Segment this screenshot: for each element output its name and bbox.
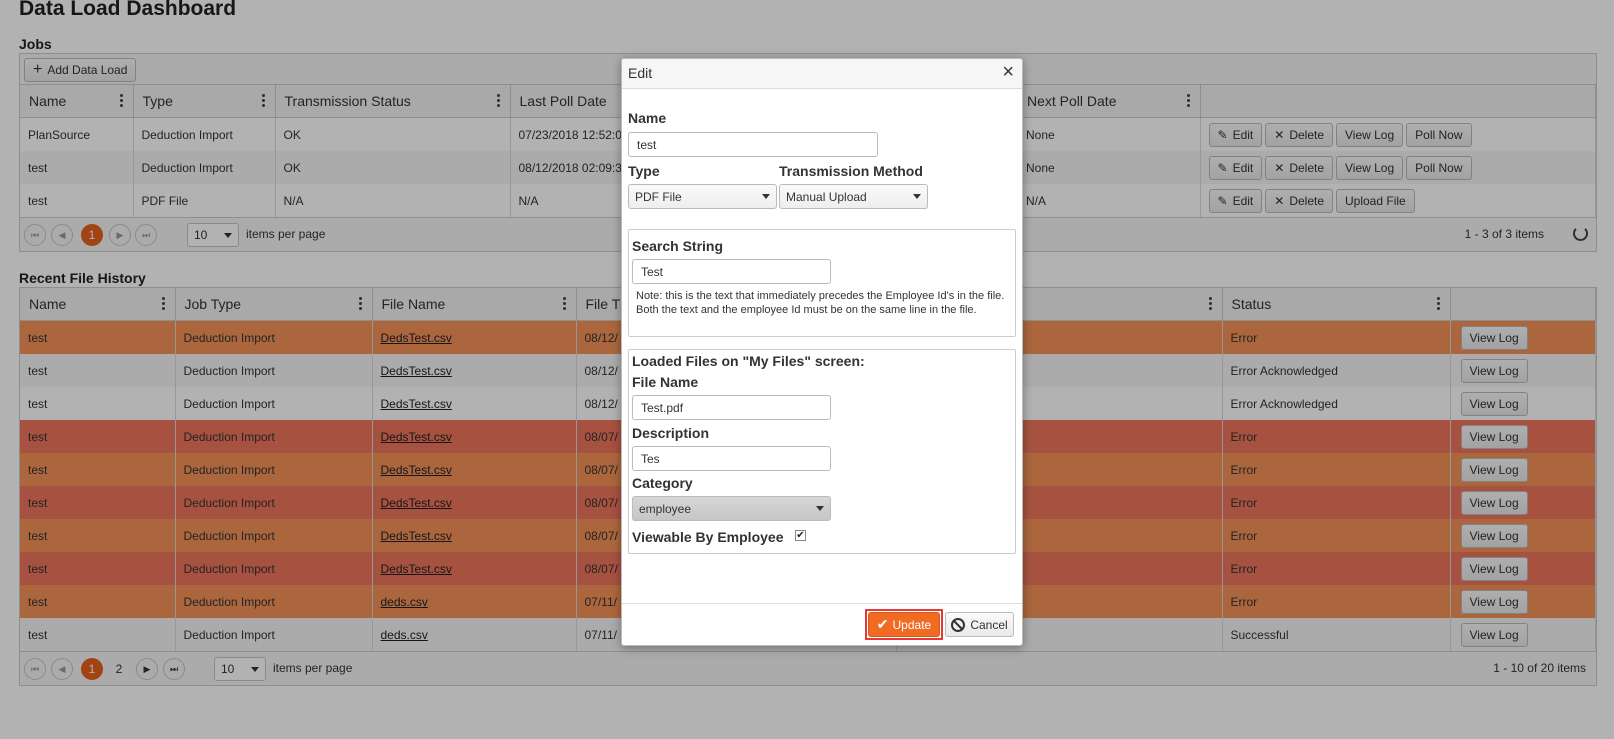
transmission-method-select[interactable]: Manual Upload xyxy=(779,184,928,209)
caret-down-icon xyxy=(762,194,770,199)
caret-down-icon xyxy=(913,194,921,199)
search-string-input[interactable]: Test xyxy=(632,259,831,284)
viewable-by-employee-label: Viewable By Employee xyxy=(632,529,784,545)
file-name-input[interactable]: Test.pdf xyxy=(632,395,831,420)
type-select[interactable]: PDF File xyxy=(628,184,777,209)
dialog-header: Edit × xyxy=(622,59,1022,89)
loaded-files-label: Loaded Files on "My Files" screen: xyxy=(632,353,865,369)
close-icon[interactable]: × xyxy=(1002,62,1014,82)
dialog-footer: ✔ Update Cancel xyxy=(622,603,1022,645)
loaded-files-group: Loaded Files on "My Files" screen: File … xyxy=(628,349,1016,554)
file-name-label: File Name xyxy=(632,374,699,390)
check-icon: ✔ xyxy=(876,616,889,632)
caret-down-icon xyxy=(816,506,824,511)
type-label: Type xyxy=(628,163,660,179)
search-string-note: Note: this is the text that immediately … xyxy=(636,290,1005,316)
viewable-by-employee-checkbox[interactable]: ✔ xyxy=(795,530,806,541)
dialog-title: Edit xyxy=(628,65,653,81)
category-label: Category xyxy=(632,475,693,491)
category-select[interactable]: employee xyxy=(632,496,831,521)
search-string-label: Search String xyxy=(632,238,724,254)
update-button[interactable]: ✔ Update xyxy=(868,612,940,637)
name-label: Name xyxy=(628,110,667,126)
name-input[interactable]: test xyxy=(628,132,878,157)
transmission-method-label: Transmission Method xyxy=(779,163,923,179)
search-string-group: Search String Test Note: this is the tex… xyxy=(628,229,1016,337)
cancel-icon xyxy=(951,617,966,632)
description-input[interactable]: Tes xyxy=(632,446,831,471)
edit-dialog: Edit × Name test Type PDF File Transmiss… xyxy=(621,58,1023,646)
cancel-button[interactable]: Cancel xyxy=(945,612,1014,637)
description-label: Description xyxy=(632,425,710,441)
